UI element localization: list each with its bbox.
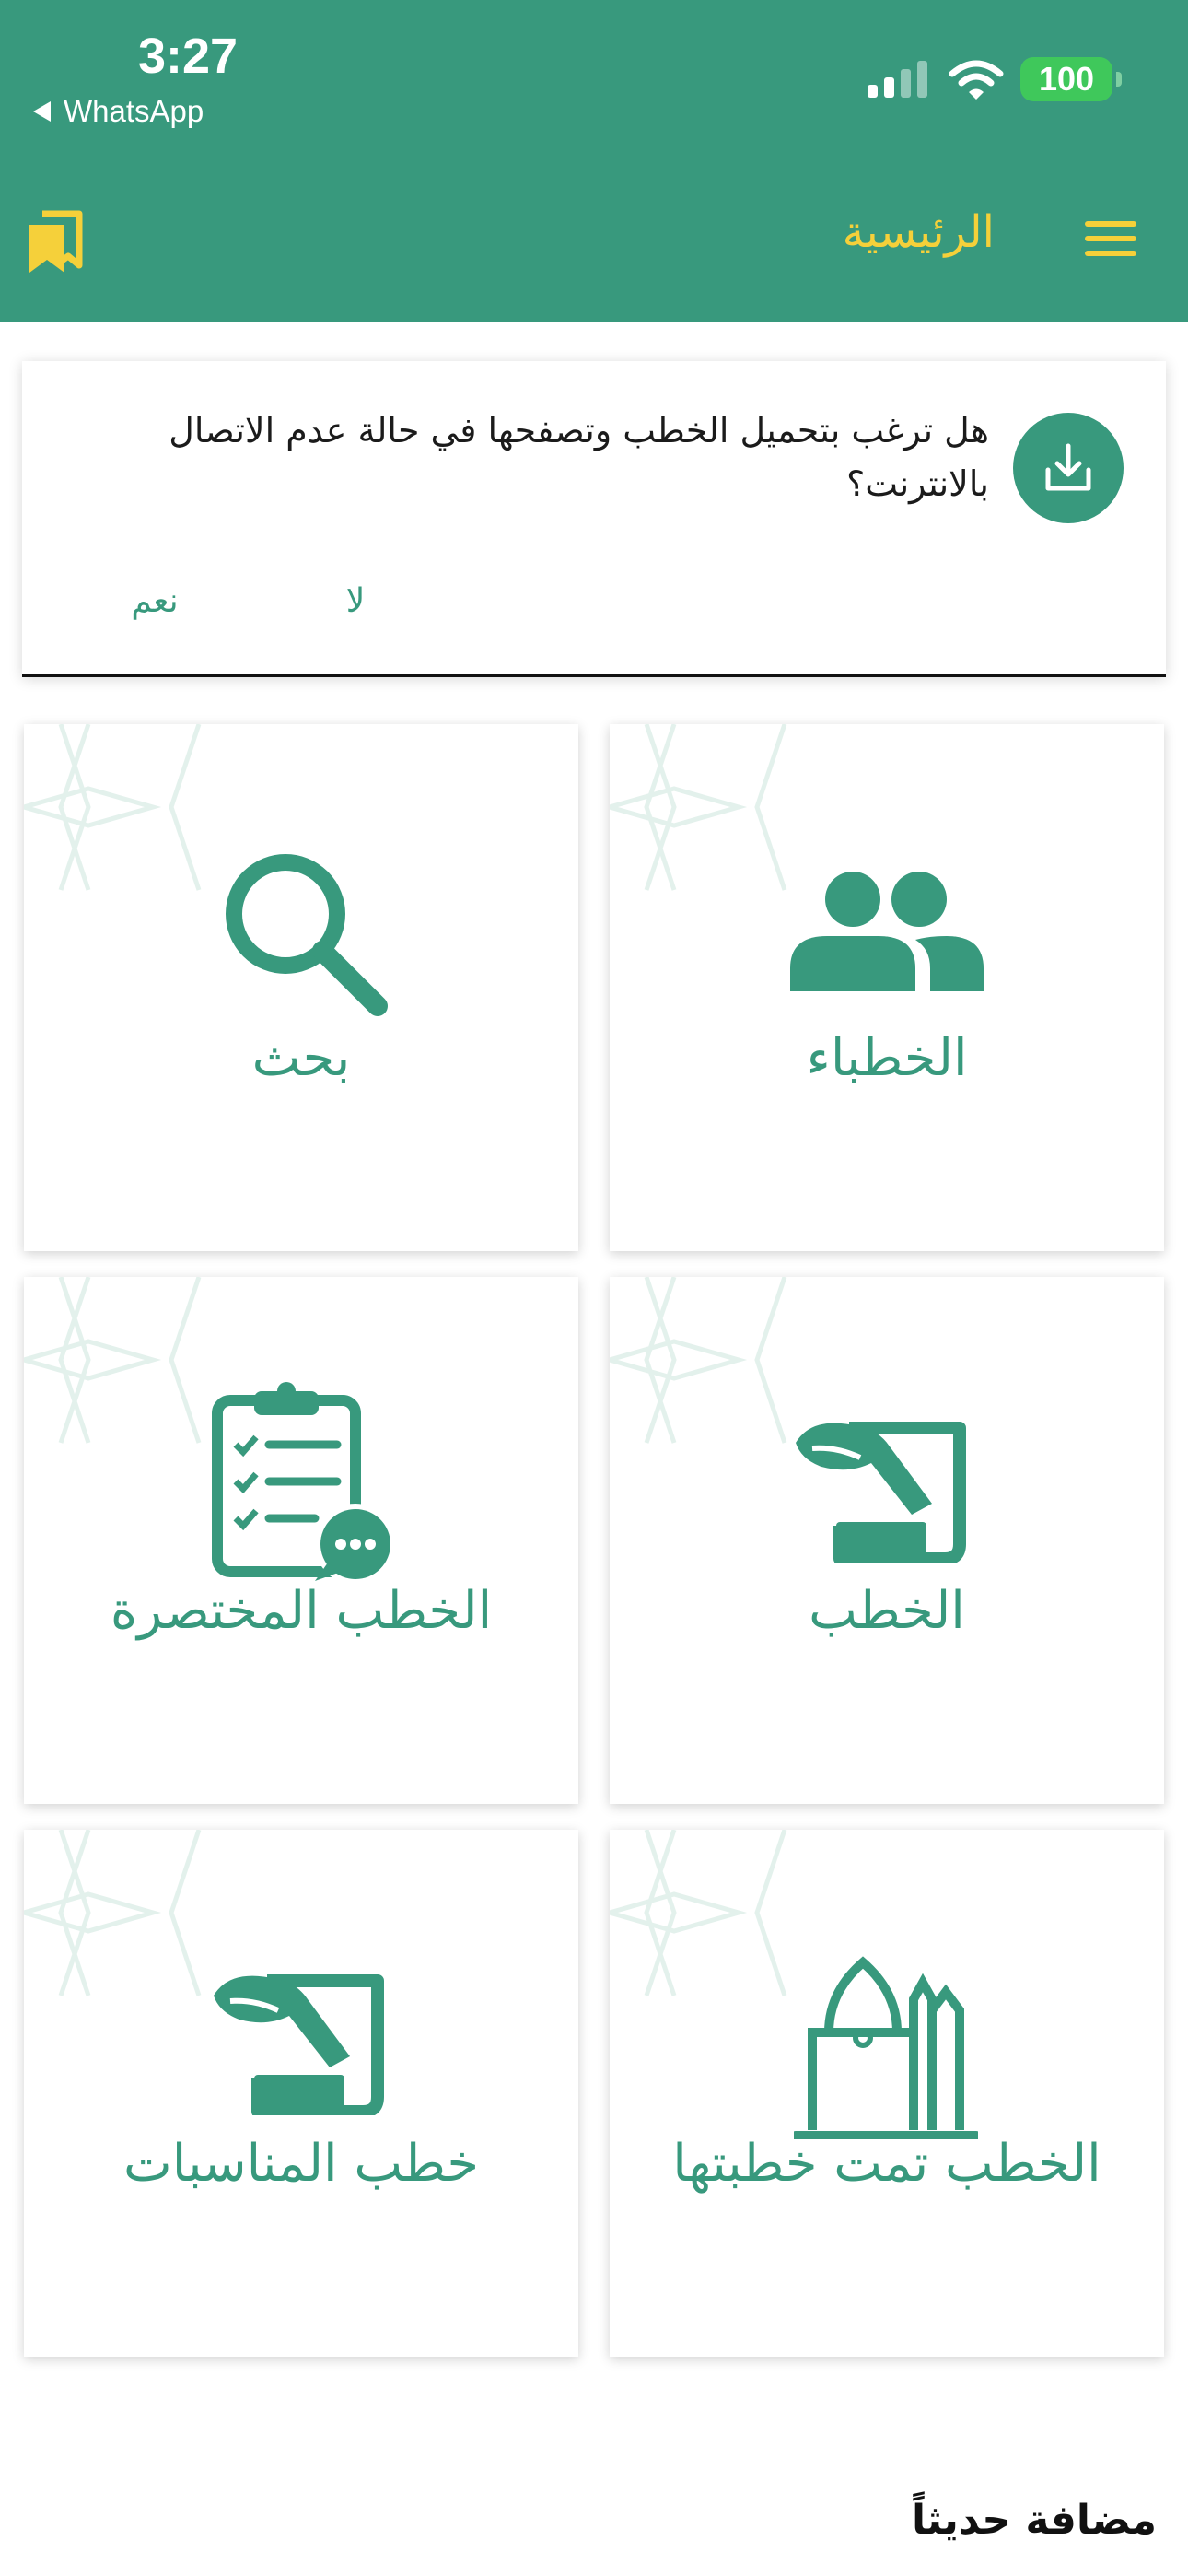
search-icon: [226, 854, 388, 1016]
tile-label: خطب المناسبات: [123, 2134, 479, 2194]
tile-delivered-sermons[interactable]: الخطب تمت خطبتها: [610, 1830, 1164, 2357]
sermon-scroll-icon: [796, 1422, 966, 1563]
tile-short-sermons[interactable]: الخطب المختصرة: [24, 1277, 578, 1804]
battery-cap: [1116, 72, 1122, 87]
tile-label: الخطباء: [806, 1028, 968, 1088]
hamburger-menu-icon[interactable]: [1085, 221, 1136, 262]
tile-search[interactable]: بحث: [24, 724, 578, 1251]
back-to-app-link[interactable]: WhatsApp: [33, 94, 204, 129]
recently-added-heading: مضافة حديثاً: [911, 2497, 1157, 2544]
download-prompt-message: هل ترغب بتحميل الخطب وتصفحها في حالة عدم…: [169, 410, 989, 504]
bookmarks-icon[interactable]: [28, 210, 83, 273]
tile-label: الخطب تمت خطبتها: [672, 2134, 1101, 2194]
wifi-icon: [949, 60, 1004, 100]
page-title: الرئيسية: [842, 206, 995, 258]
battery-indicator: 100: [1020, 57, 1112, 101]
occasion-scroll-icon: [214, 1974, 384, 2115]
back-arrow-icon: [33, 101, 51, 122]
accept-download-button[interactable]: نعم: [109, 582, 201, 620]
cellular-signal-icon: [868, 61, 927, 98]
app-header: 3:27 WhatsApp 100 الرئيسية: [0, 0, 1188, 322]
clipboard-checklist-icon: [212, 1382, 396, 1585]
tile-preachers[interactable]: الخطباء: [610, 724, 1164, 1251]
back-app-label: WhatsApp: [64, 94, 204, 128]
people-icon: [790, 872, 984, 991]
mosque-icon: [794, 1956, 978, 2139]
tile-label: بحث: [251, 1028, 351, 1088]
status-time: 3:27: [138, 29, 239, 84]
decline-download-button[interactable]: لا: [319, 582, 392, 620]
tile-label: الخطب: [809, 1581, 965, 1641]
tile-occasion-sermons[interactable]: خطب المناسبات: [24, 1830, 578, 2357]
download-icon: [1013, 413, 1124, 523]
tile-sermons[interactable]: الخطب: [610, 1277, 1164, 1804]
download-prompt-card: هل ترغب بتحميل الخطب وتصفحها في حالة عدم…: [22, 361, 1166, 677]
tile-label: الخطب المختصرة: [110, 1581, 493, 1641]
